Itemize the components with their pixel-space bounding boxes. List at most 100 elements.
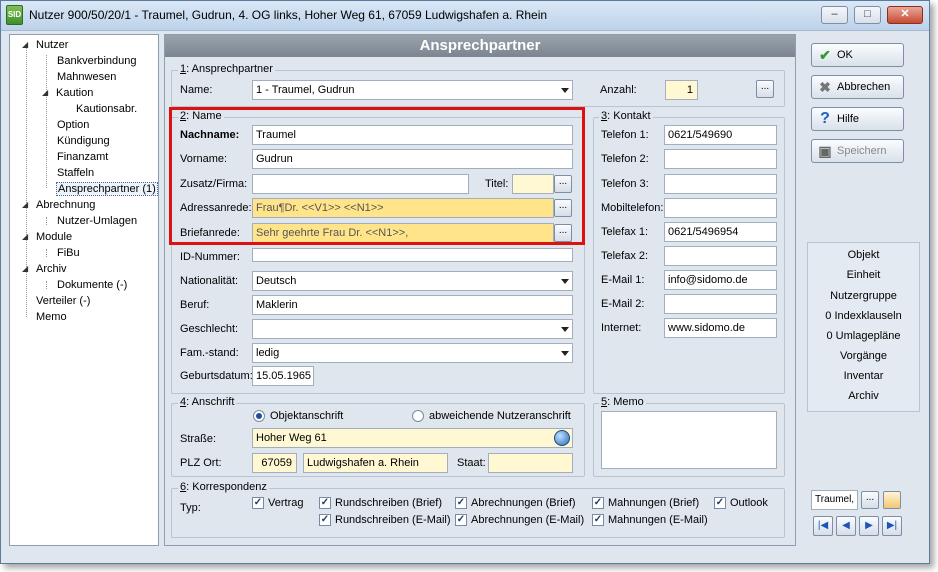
maximize-button[interactable]: □ (854, 6, 881, 24)
nachname-label: Nachname: (180, 129, 240, 141)
first-record-button[interactable]: |◀ (813, 516, 833, 536)
briefanrede-more-button[interactable]: ... (554, 224, 572, 242)
fam-stand-select[interactable]: ledig (252, 343, 573, 363)
check-rundschreiben-brief[interactable]: ✓ (319, 497, 331, 509)
radio-objektanschrift[interactable] (253, 410, 265, 422)
link-umlageplaene[interactable]: 0 Umlagepläne (808, 330, 919, 342)
tree-item-staffeln[interactable]: Staffeln (57, 166, 94, 180)
internet-field[interactable]: www.sidomo.de (664, 318, 777, 338)
id-nummer-field[interactable] (252, 248, 573, 262)
link-objekt[interactable]: Objekt (808, 249, 919, 261)
tree-item-verteiler[interactable]: Verteiler (-) (36, 294, 90, 308)
typ-label: Typ: (180, 502, 201, 514)
tree-item-dokumente[interactable]: Dokumente (-) (57, 278, 127, 292)
geburtsdatum-field[interactable]: 15.05.1965 (252, 366, 314, 386)
internet-label: Internet: (601, 322, 642, 334)
main-panel: Ansprechpartner 1: Ansprechpartner Name:… (164, 34, 796, 546)
link-vorgaenge[interactable]: Vorgänge (808, 350, 919, 362)
speichern-button[interactable]: ▣ Speichern (811, 139, 904, 163)
tree-item-module[interactable]: ◢ Module (22, 230, 72, 244)
telefon3-field[interactable] (664, 174, 777, 194)
link-einheit[interactable]: Einheit (808, 269, 919, 281)
vorname-field[interactable]: Gudrun (252, 149, 573, 169)
telefax2-field[interactable] (664, 246, 777, 266)
group-title-name: 2: Name (178, 110, 224, 122)
persons-icon[interactable] (883, 491, 901, 509)
chevron-down-icon (561, 88, 569, 93)
tree-item-archiv[interactable]: ◢ Archiv (22, 262, 67, 276)
tree-item-abrechnung[interactable]: ◢ Abrechnung (22, 198, 95, 212)
record-more-button[interactable]: ... (861, 491, 879, 509)
check-abrechnungen-brief[interactable]: ✓ (455, 497, 467, 509)
check-vertrag[interactable]: ✓ (252, 497, 264, 509)
window-title: Nutzer 900/50/20/1 - Traumel, Gudrun, 4.… (29, 8, 548, 22)
next-record-button[interactable]: ▶ (859, 516, 879, 536)
email2-field[interactable] (664, 294, 777, 314)
ok-button[interactable]: ✔ OK (811, 43, 904, 67)
email1-field[interactable]: info@sidomo.de (664, 270, 777, 290)
globe-icon[interactable] (554, 430, 570, 446)
tree-item-memo[interactable]: Memo (36, 310, 67, 324)
last-record-button[interactable]: ▶| (882, 516, 902, 536)
titel-more-button[interactable]: ... (554, 175, 572, 193)
tree-item-nutzer[interactable]: ◢ Nutzer (22, 38, 68, 52)
check-mahnungen-email[interactable]: ✓ (592, 514, 604, 526)
check-mahnungen-brief[interactable]: ✓ (592, 497, 604, 509)
check-mahnungen-brief-label: Mahnungen (Brief) (608, 497, 700, 509)
page-title: Ansprechpartner (165, 35, 795, 57)
name-select[interactable]: 1 - Traumel, Gudrun (252, 80, 573, 100)
expand-toggle-icon[interactable]: ◢ (22, 230, 28, 244)
anzahl-more-button[interactable]: ... (756, 80, 774, 98)
zusatz-firma-field[interactable] (252, 174, 469, 194)
telefax1-field[interactable]: 0621/5496954 (664, 222, 777, 242)
plz-ort-label: PLZ Ort: (180, 457, 222, 469)
link-nutzergruppe[interactable]: Nutzergruppe (808, 290, 919, 302)
check-rundschreiben-email[interactable]: ✓ (319, 514, 331, 526)
nachname-field[interactable]: Traumel (252, 125, 573, 145)
tree-item-fibu[interactable]: FiBu (57, 246, 80, 260)
tree-item-nutzer-umlagen[interactable]: Nutzer-Umlagen (57, 214, 137, 228)
hilfe-button[interactable]: ? Hilfe (811, 107, 904, 131)
link-indexklauseln[interactable]: 0 Indexklauseln (808, 310, 919, 322)
expand-toggle-icon[interactable]: ◢ (22, 198, 28, 212)
tree-item-kautionsabr[interactable]: Kautionsabr. (76, 102, 137, 116)
tree-item-kaution[interactable]: ◢ Kaution (42, 86, 93, 100)
staat-field[interactable] (488, 453, 573, 473)
telefon1-field[interactable]: 0621/549690 (664, 125, 777, 145)
adressanrede-more-button[interactable]: ... (554, 199, 572, 217)
plz-field[interactable]: 67059 (252, 453, 297, 473)
tree-item-ansprechpartner[interactable]: Ansprechpartner (1) (56, 182, 158, 196)
tree-item-kuendigung[interactable]: Kündigung (57, 134, 110, 148)
link-archiv[interactable]: Archiv (808, 390, 919, 402)
briefanrede-field[interactable]: Sehr geehrte Frau Dr. <<N1>>, (252, 223, 554, 243)
expand-toggle-icon[interactable]: ◢ (42, 86, 48, 100)
radio-abweichende-anschrift[interactable] (412, 410, 424, 422)
abbrechen-button[interactable]: ✖ Abbrechen (811, 75, 904, 99)
mobiltelefon-field[interactable] (664, 198, 777, 218)
check-outlook[interactable]: ✓ (714, 497, 726, 509)
tree-item-finanzamt[interactable]: Finanzamt (57, 150, 108, 164)
nationalitaet-select[interactable]: Deutsch (252, 271, 573, 291)
memo-textarea[interactable] (601, 411, 777, 469)
link-inventar[interactable]: Inventar (808, 370, 919, 382)
group-title-anschrift: 4: Anschrift (178, 396, 237, 408)
expand-toggle-icon[interactable]: ◢ (22, 262, 28, 276)
tree-item-mahnwesen[interactable]: Mahnwesen (57, 70, 116, 84)
tree-item-bankverbindung[interactable]: Bankverbindung (57, 54, 137, 68)
strasse-field[interactable]: Hoher Weg 61 (252, 428, 573, 448)
ort-field[interactable]: Ludwigshafen a. Rhein (303, 453, 448, 473)
check-rundschreiben-email-label: Rundschreiben (E-Mail) (335, 514, 451, 526)
tree-item-option[interactable]: Option (57, 118, 89, 132)
beruf-field[interactable]: Maklerin (252, 295, 573, 315)
expand-toggle-icon[interactable]: ◢ (22, 38, 28, 52)
radio-abweichende-anschrift-label: abweichende Nutzeranschrift (429, 410, 571, 422)
adressanrede-field[interactable]: Frau¶Dr. <<V1>> <<N1>> (252, 198, 554, 218)
close-button[interactable]: ✕ (887, 6, 923, 24)
previous-record-button[interactable]: ◀ (836, 516, 856, 536)
telefon2-field[interactable] (664, 149, 777, 169)
staat-label: Staat: (457, 457, 486, 469)
minimize-button[interactable]: ‒ (821, 6, 848, 24)
titel-field[interactable] (512, 174, 554, 194)
geschlecht-select[interactable] (252, 319, 573, 339)
check-abrechnungen-email[interactable]: ✓ (455, 514, 467, 526)
